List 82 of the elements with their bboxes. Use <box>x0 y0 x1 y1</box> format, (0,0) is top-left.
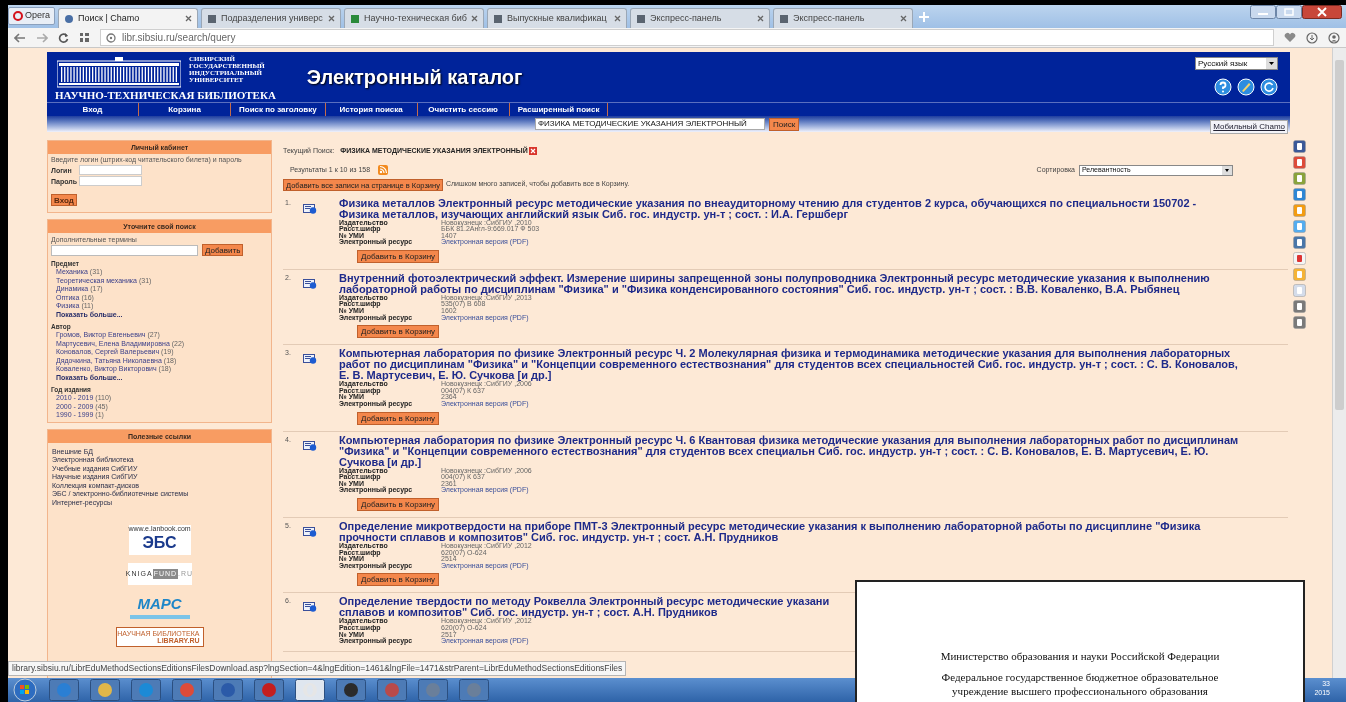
document-icon <box>303 440 317 451</box>
document-icon <box>303 354 317 365</box>
globe-icon <box>106 32 116 43</box>
result-title-link[interactable]: Внутренний фотоэлектрический эффект. Измерение ширины запрещенной зоны полупроводника Электронный ресурс методические указания к выполнению лабораторной работы по дисциплинам "Физика" и "Физика конденсированного состояния" Сиб. гос. индустр. ун-т ; сост. : В.В. Коваленко, В.А. Рыбянец <box>339 272 1288 295</box>
scrollbar-thumb[interactable] <box>1335 60 1344 410</box>
browser-tab[interactable]: Экспресс-панель <box>773 8 913 28</box>
close-icon[interactable] <box>757 15 764 22</box>
result-title-link[interactable]: Физика металлов Электронный ресурс методические указания по внеаудиторному чтению для студентов 2 курса, обучающихся по специальности 150702 - Физика металлов, изучающих английский язык Сиб. гос. индустр. ун-т ; сост. : И.А. Гершберг <box>339 197 1288 220</box>
document-text-line: учреждение высшего профессионального образования <box>952 684 1208 698</box>
share-icon[interactable] <box>1293 252 1306 265</box>
share-icon[interactable] <box>1293 172 1306 185</box>
close-icon[interactable] <box>1302 5 1342 19</box>
browser-tab[interactable]: Экспресс-панель <box>630 8 770 28</box>
browser-tab[interactable]: Подразделения универс <box>201 8 341 28</box>
add-terms-button[interactable]: Добавить <box>202 244 244 256</box>
language-select[interactable]: Русский язык <box>1195 57 1278 70</box>
share-icon[interactable] <box>1293 300 1306 313</box>
document-icon <box>303 602 317 613</box>
search-button[interactable]: Поиск <box>769 117 800 131</box>
share-icon[interactable] <box>1293 316 1306 329</box>
close-icon[interactable] <box>471 15 478 22</box>
close-icon[interactable] <box>328 15 335 22</box>
document-icon <box>303 278 317 289</box>
add-to-cart-button[interactable]: Добавить в Корзину <box>357 573 440 587</box>
terms-field[interactable] <box>51 244 198 256</box>
profile-icon[interactable] <box>1328 31 1340 44</box>
download-icon[interactable] <box>1306 31 1318 44</box>
pencil-icon[interactable] <box>1237 78 1255 96</box>
share-icon[interactable] <box>1293 188 1306 201</box>
search-field[interactable]: ФИЗИКА МЕТОДИЧЕСКИЕ УКАЗАНИЯ ЭЛЕКТРОННЫЙ <box>535 118 765 130</box>
library-name: НАУЧНО-ТЕХНИЧЕСКАЯ БИБЛИОТЕКА <box>55 89 276 101</box>
close-icon[interactable] <box>185 15 192 22</box>
taskbar-app-icon[interactable] <box>90 679 120 701</box>
taskbar-app-icon[interactable] <box>295 679 325 701</box>
close-icon[interactable] <box>614 15 621 22</box>
refresh-icon[interactable] <box>1260 78 1278 96</box>
remove-icon[interactable] <box>528 147 537 156</box>
password-field[interactable] <box>79 176 142 186</box>
document-text-line: Министерство образования и науки Российской Федерации <box>940 649 1220 663</box>
close-icon[interactable] <box>900 15 907 22</box>
document-text-line: Федеральное государственное бюджетное образовательное <box>941 670 1219 684</box>
opera-menu-button[interactable]: Opera <box>8 7 55 25</box>
result-title-link[interactable]: Определение микротвердости на приборе ПМТ-3 Электронный ресурс методические указания к выполнению лабораторной работы по дисциплине "Физика прочности сплавов и композитов" Сиб. гос. индустр. ун-т ; сост. А.Н. Прудников <box>339 521 1288 543</box>
favicon-icon <box>207 13 217 24</box>
share-icon[interactable] <box>1293 236 1306 249</box>
taskbar-app-icon[interactable] <box>336 679 366 701</box>
help-icon[interactable] <box>1214 78 1232 96</box>
favicon-icon <box>779 13 789 24</box>
add-to-cart-button[interactable]: Добавить в Корзину <box>357 325 440 339</box>
favicon-icon <box>636 13 646 24</box>
add-to-cart-button[interactable]: Добавить в Корзину <box>357 411 440 425</box>
dropdown-arrow-icon <box>1222 165 1232 175</box>
browser-tab[interactable]: Поиск | Chamo <box>58 8 198 28</box>
grid-icon[interactable] <box>79 32 90 43</box>
login-button[interactable]: Вход <box>51 194 77 206</box>
status-bar: library.sibsiu.ru/LibrEduMethodSectionsEditionsFilesDownload.asp?lngSection=4&lngEdition=1461&lngFile=1471&strParent=LibrEduMethodSectionsEditionsFiles <box>8 661 627 676</box>
browser-tab[interactable]: Научно-техническая биб <box>344 8 484 28</box>
catalog-title: Электронный каталог <box>306 66 523 88</box>
add-to-cart-button[interactable]: Добавить в Корзину <box>357 249 440 263</box>
favicon-icon <box>493 13 503 24</box>
address-field[interactable]: libr.sibsiu.ru/search/query <box>100 29 1274 46</box>
heart-icon[interactable] <box>1284 32 1296 43</box>
document-icon <box>303 527 317 537</box>
share-icon[interactable] <box>1293 140 1306 153</box>
opera-logo-icon <box>13 11 23 21</box>
rss-icon[interactable] <box>378 165 389 175</box>
favicon-icon <box>350 13 360 24</box>
result-title-link[interactable]: Компьютерная лаборатория по физике Электронный ресурс Ч. 6 Квантовая физика методические указания для выполнения лабораторных работ по дисциплинам "Физика" и "Концепции современного естествознания" для студентов всех специальн Сиб. гос. индустр. ун-т ; сост. : С. В. Коновалов, Е. В. Мартусевич, Е. Ю. Сучкова [и др.] <box>339 434 1288 468</box>
add-to-cart-button[interactable]: Добавить в Корзину <box>357 498 440 511</box>
document-icon <box>303 203 317 214</box>
maximize-icon[interactable] <box>1276 5 1302 19</box>
favicon-icon <box>64 13 74 24</box>
browser-tab[interactable]: Выпускные квалификац <box>487 8 627 28</box>
back-arrow-icon[interactable] <box>14 32 26 43</box>
reload-icon[interactable] <box>58 32 69 43</box>
start-button[interactable] <box>12 678 38 702</box>
login-field[interactable] <box>79 165 142 175</box>
result-title-link[interactable]: Компьютерная лаборатория по физике Электронный ресурс Ч. 2 Молекулярная физика и термодинамика методические указания для выполнения лабораторных работ по дисциплинам "Физика" и "Концепции современного естествознания" для студентов всех специальностей Сиб. гос. индустр. ун-т ; сост. : С. В. Коновалов, Е. В. Мартусевич, Е. Ю. Сучкова [и др.] <box>339 348 1288 382</box>
mobile-version-link[interactable]: Мобильный Chamo <box>1210 119 1288 134</box>
forward-arrow-icon[interactable] <box>36 32 48 43</box>
share-icon[interactable] <box>1293 156 1306 169</box>
minimize-icon[interactable] <box>1250 5 1276 19</box>
